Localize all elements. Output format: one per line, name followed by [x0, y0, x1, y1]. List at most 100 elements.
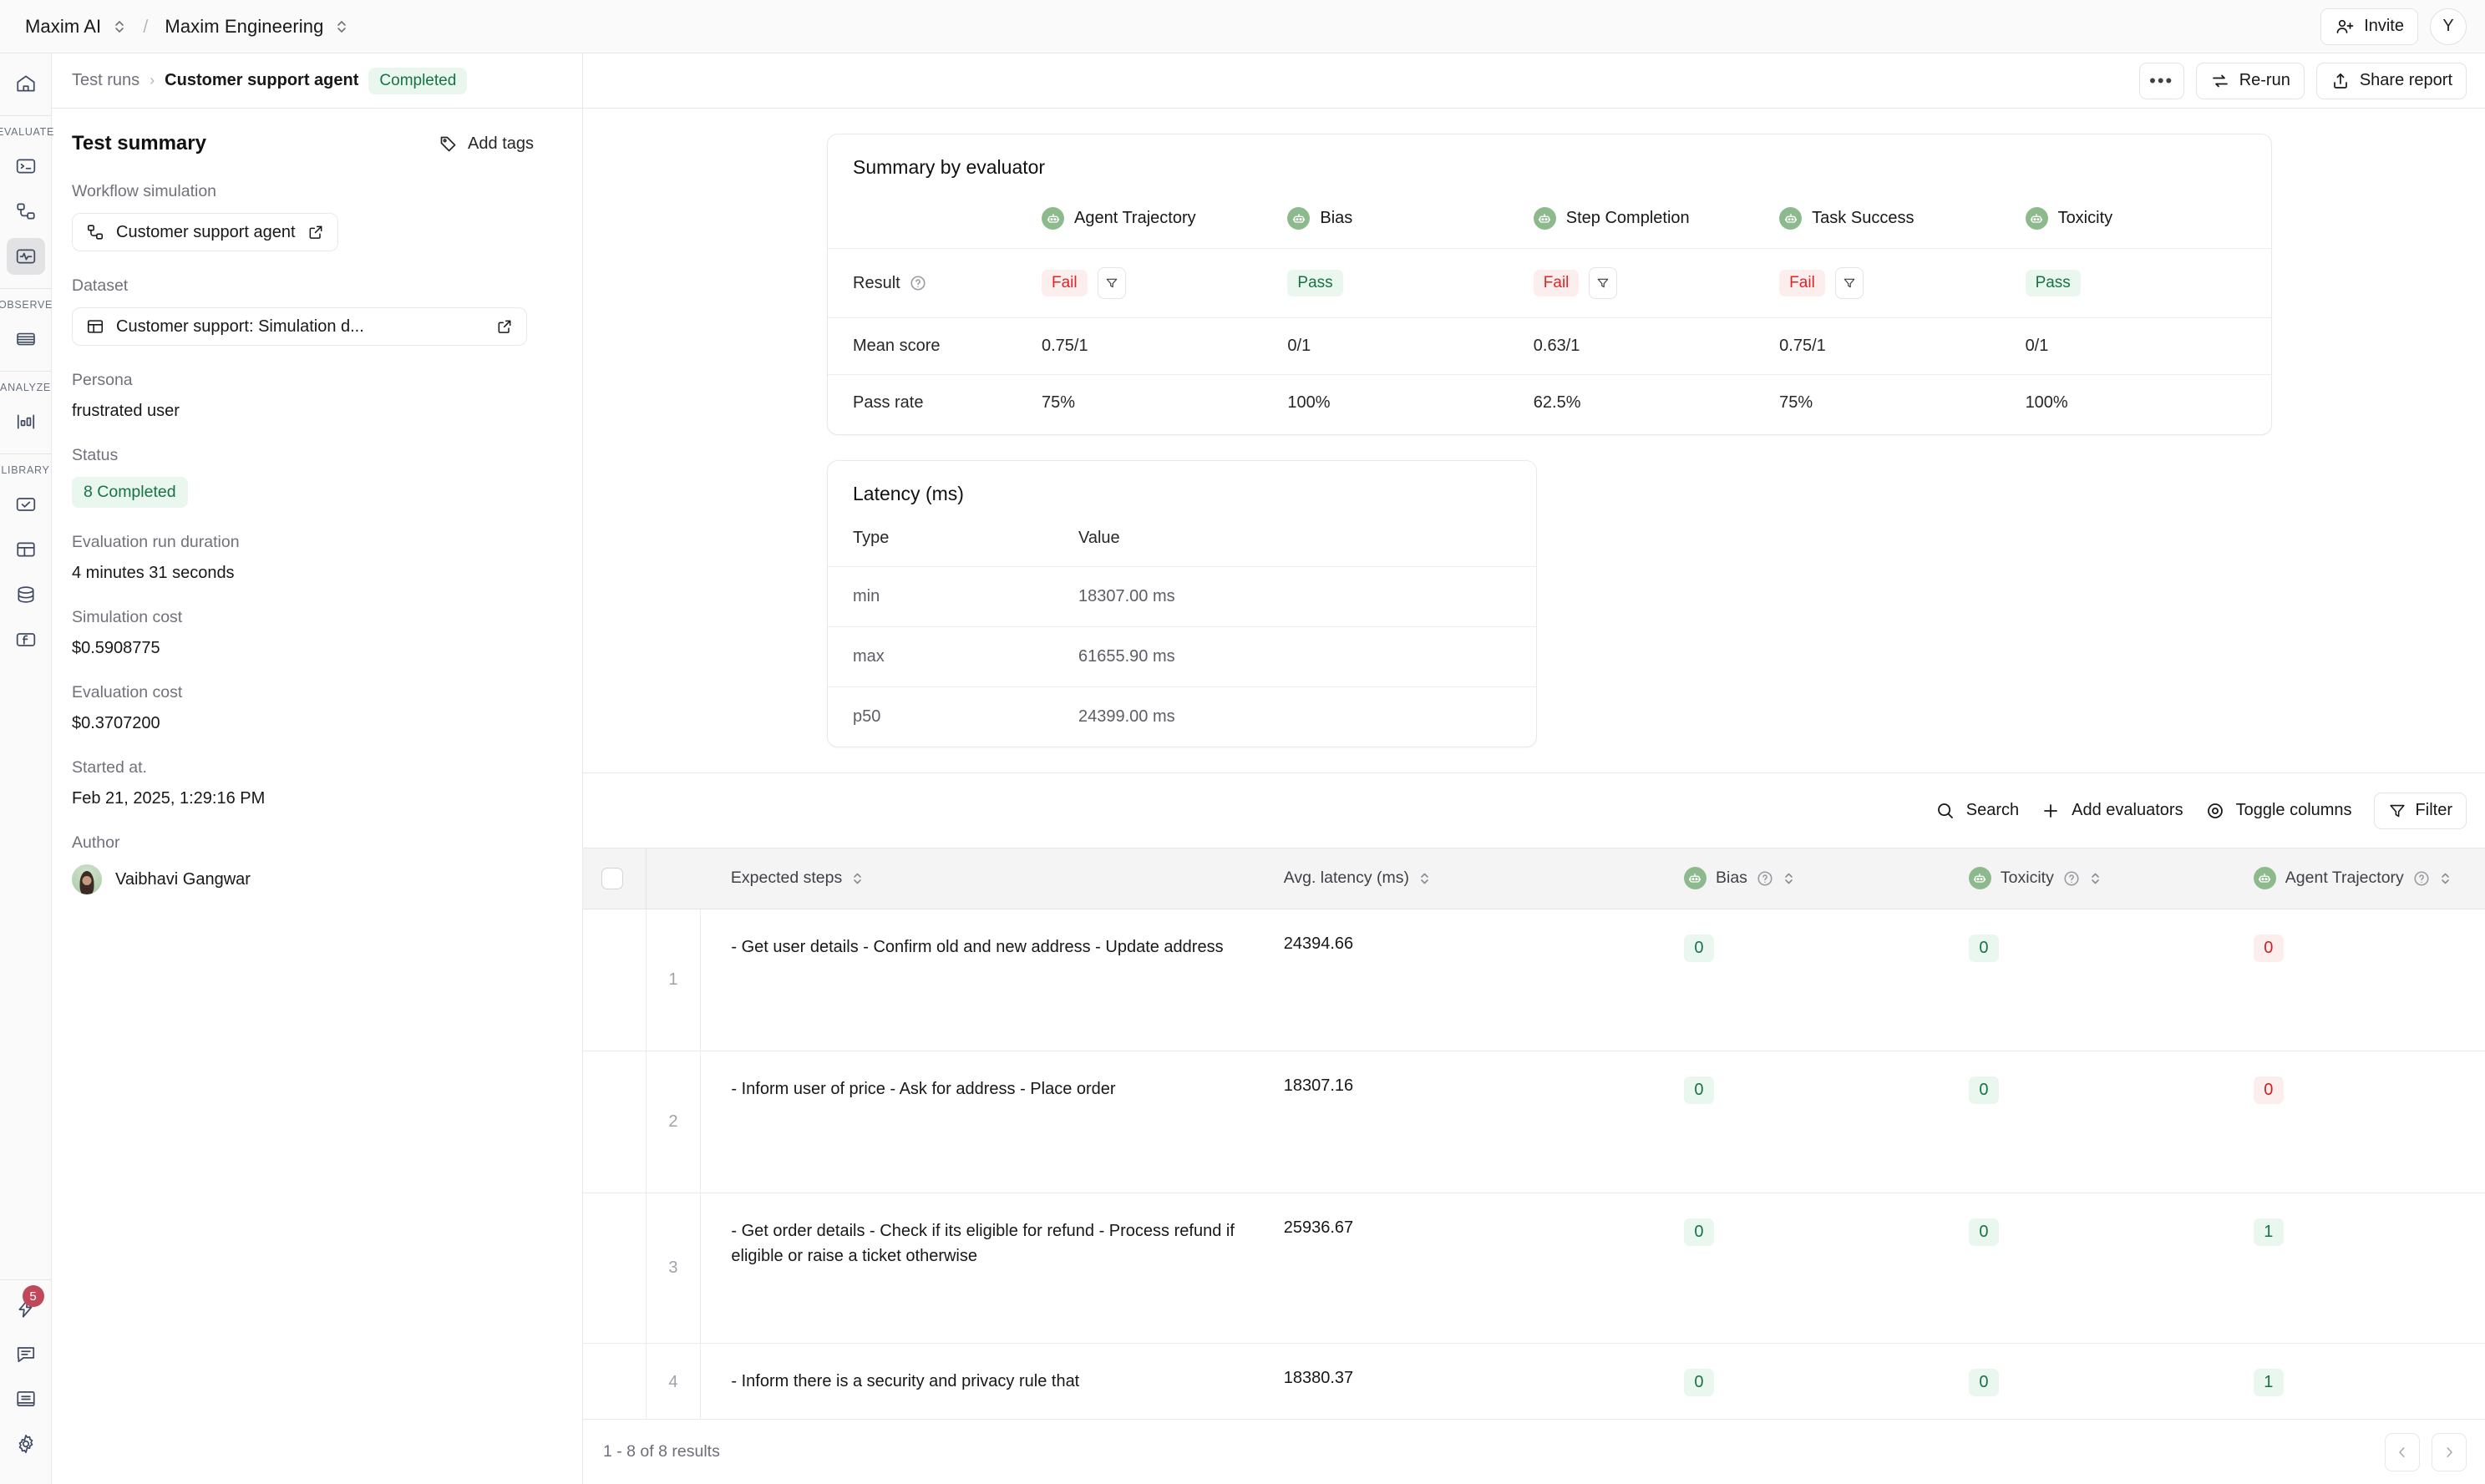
summary-by-evaluator-title: Summary by evaluator [828, 134, 2271, 189]
header-evaluator-agent-trajectory: Agent Trajectory [1042, 189, 1287, 249]
header-evaluator-task-success: Task Success [1779, 189, 2025, 249]
row-index: 3 [646, 1193, 701, 1343]
result-badge: Fail [1042, 270, 1088, 296]
sidebar-item-workflows[interactable] [7, 193, 45, 230]
cell-expected-steps: - Get user details - Confirm old and new… [701, 909, 1270, 1051]
filter-icon[interactable] [1098, 267, 1126, 299]
sidebar-item-functions[interactable] [7, 621, 45, 658]
sidebar-item-datasets[interactable] [7, 531, 45, 568]
next-page-button[interactable] [2432, 1433, 2467, 1471]
field-label: Workflow simulation [72, 182, 557, 201]
header-evaluator-bias: Bias [1287, 189, 1533, 249]
table-row[interactable]: s ago. 3 - Get order details - Check if … [583, 1193, 2485, 1343]
help-circle-icon[interactable] [1757, 870, 1773, 887]
invite-button[interactable]: Invite [2320, 8, 2418, 45]
help-circle-icon[interactable] [910, 275, 926, 291]
score-badge: 0 [2254, 934, 2284, 962]
avatar [72, 864, 102, 894]
sidebar-item-settings[interactable] [7, 1426, 45, 1462]
header-bias[interactable]: Bias [1669, 848, 1954, 909]
sidebar-item-feedback[interactable] [7, 1335, 45, 1372]
function-icon [15, 629, 37, 651]
latency-value: 61655.90 ms [1078, 627, 1536, 687]
sidebar-item-evaluators[interactable] [7, 486, 45, 523]
field-started-at: Started at. Feb 21, 2025, 1:29:16 PM [72, 758, 557, 808]
header-label: Expected steps [731, 869, 842, 888]
header-avg-latency[interactable]: Avg. latency (ms) [1270, 848, 1669, 909]
field-simulation-cost: Simulation cost $0.5908775 [72, 608, 557, 658]
sidebar-item-home[interactable] [7, 65, 45, 102]
chat-bubble-icon [15, 1343, 37, 1365]
filter-button[interactable]: Filter [2374, 793, 2467, 829]
sort-icon[interactable] [2089, 870, 2102, 887]
org-switcher[interactable]: Maxim AI [25, 16, 126, 38]
sidebar-item-prompts[interactable] [7, 148, 45, 185]
rail-section-evaluate: EVALUATE [0, 126, 54, 138]
summary-content: Test summary Add tags Workflow simulatio… [52, 109, 582, 1484]
row-index: 2 [646, 1051, 701, 1193]
previous-page-button[interactable] [2385, 1433, 2420, 1471]
header-label: Toxicity [2001, 869, 2054, 888]
cell-toxicity: 0 [1954, 1343, 2239, 1419]
breadcrumb-parent[interactable]: Test runs [72, 71, 139, 90]
robot-icon [1969, 867, 1991, 889]
cell-toxicity: 0 [1954, 1193, 2239, 1343]
help-circle-icon[interactable] [2063, 870, 2080, 887]
sidebar-item-docs[interactable] [7, 1380, 45, 1417]
add-evaluators-button[interactable]: Add evaluators [2041, 801, 2183, 821]
help-circle-icon[interactable] [2413, 870, 2430, 887]
book-icon [15, 1388, 37, 1410]
add-tags-button[interactable]: Add tags [439, 134, 534, 154]
bar-chart-icon [15, 411, 37, 433]
sort-icon[interactable] [2439, 870, 2452, 887]
notification-badge: 5 [23, 1285, 44, 1307]
sidebar-item-context-sources[interactable] [7, 576, 45, 613]
robot-icon [1287, 207, 1310, 230]
field-label: Dataset [72, 276, 557, 296]
results-scroll-area: Summary by evaluator [583, 109, 2485, 1484]
header-agent-trajectory[interactable]: Agent Trajectory [2239, 848, 2485, 909]
filter-icon[interactable] [1589, 267, 1617, 299]
table-icon [86, 317, 104, 336]
table-row[interactable]: 2 - Inform user of price - Ask for addre… [583, 1051, 2485, 1193]
header-toxicity[interactable]: Toxicity [1954, 848, 2239, 909]
filter-icon[interactable] [1835, 267, 1864, 299]
search-icon [1935, 801, 1955, 821]
cell-toxicity: 0 [1954, 1051, 2239, 1193]
pass-rate-toxicity: 100% [2026, 375, 2271, 435]
evaluator-name: Task Success [1812, 209, 1914, 228]
sidebar-item-test-runs[interactable] [7, 238, 45, 275]
table-row-pass-rate: Pass rate 75% 100% 62.5% 75% 100% [828, 375, 2271, 435]
workspace-switcher[interactable]: Maxim Engineering [165, 16, 348, 38]
rail-divider [0, 1279, 52, 1280]
main-content: ••• Re-run S [583, 53, 2485, 1484]
user-avatar[interactable]: Y [2430, 8, 2467, 45]
sidebar-item-dashboards[interactable] [7, 403, 45, 440]
search-button[interactable]: Search [1935, 801, 2019, 821]
table-header-row: Type Value [828, 515, 1536, 567]
results-table-wrap[interactable]: Expected steps Avg. latency (ms) [583, 848, 2485, 1419]
chevron-up-down-icon [113, 18, 126, 36]
result-cell-toxicity: Pass [2026, 249, 2271, 318]
sort-icon[interactable] [1418, 870, 1431, 887]
breadcrumb-slash: / [143, 16, 148, 38]
header-expected-steps[interactable]: Expected steps [701, 848, 1270, 909]
sidebar-item-logs[interactable] [7, 321, 45, 357]
dataset-link[interactable]: Customer support: Simulation d... [72, 307, 527, 346]
table-row[interactable]: 1 - Get user details - Confirm old and n… [583, 909, 2485, 1051]
sidebar-item-whats-new[interactable]: 5 [7, 1290, 45, 1327]
toggle-columns-button[interactable]: Toggle columns [2205, 801, 2352, 821]
select-all-checkbox[interactable] [601, 868, 623, 889]
sort-icon[interactable] [1783, 870, 1795, 887]
workflow-simulation-link[interactable]: Customer support agent [72, 213, 338, 251]
rerun-button[interactable]: Re-run [2196, 63, 2305, 99]
sort-icon[interactable] [851, 870, 864, 887]
workflow-simulation-value: Customer support agent [116, 223, 296, 242]
share-report-button[interactable]: Share report [2316, 63, 2467, 99]
more-options-button[interactable]: ••• [2139, 63, 2184, 99]
workflow-nodes-icon [86, 223, 104, 241]
table-row[interactable]: 4 - Inform there is a security and priva… [583, 1343, 2485, 1419]
field-evaluation-cost: Evaluation cost $0.3707200 [72, 683, 557, 733]
rail-section-analyze: ANALYZE [0, 382, 51, 393]
row-select-cell [583, 1343, 646, 1419]
